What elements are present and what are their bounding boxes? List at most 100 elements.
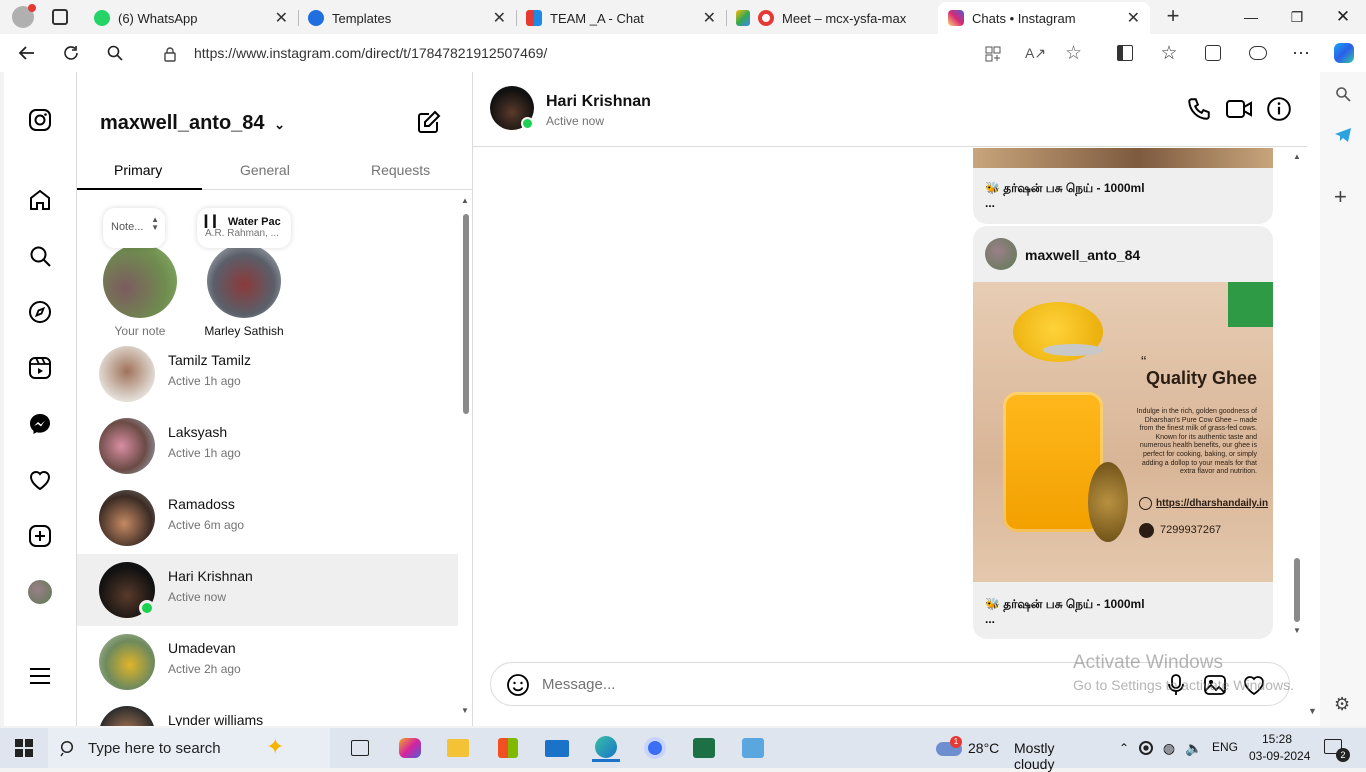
scroll-down-arrow[interactable]: ▼ xyxy=(461,706,469,715)
tab-templates[interactable]: Templates ✕ xyxy=(298,2,516,34)
new-tab-button[interactable]: + xyxy=(1160,4,1186,30)
copilot-taskbar-icon[interactable] xyxy=(396,734,424,762)
weather-widget[interactable]: 1 28°C Mostly cloudy xyxy=(934,728,1094,772)
mail-icon[interactable] xyxy=(543,734,571,762)
audio-call-icon[interactable] xyxy=(1186,96,1212,122)
search-icon[interactable] xyxy=(26,242,54,270)
conversation-row[interactable]: Lynder williams xyxy=(77,698,458,726)
edge-icon[interactable] xyxy=(592,734,620,762)
conversation-info-icon[interactable] xyxy=(1266,96,1292,122)
address-bar[interactable]: https://www.instagram.com/direct/t/17847… xyxy=(144,38,1098,68)
split-screen-icon[interactable] xyxy=(1110,38,1140,68)
compose-icon xyxy=(418,110,441,133)
more-menu-icon[interactable]: ⋯ xyxy=(1286,38,1316,68)
start-button[interactable] xyxy=(10,734,38,762)
collections-icon[interactable] xyxy=(1198,38,1228,68)
sidebar-settings-icon[interactable]: ⚙ xyxy=(1334,694,1350,715)
create-icon[interactable] xyxy=(26,522,54,550)
clock-time[interactable]: 15:28 xyxy=(1262,732,1292,746)
conversation-row[interactable]: Tamilz Tamilz Active 1h ago xyxy=(77,338,458,410)
scrollbar-thumb[interactable] xyxy=(1294,558,1300,622)
emoji-icon[interactable] xyxy=(506,673,530,697)
add-sidebar-app-icon[interactable]: + xyxy=(1334,184,1347,210)
page-scroll-down-arrow[interactable]: ▼ xyxy=(1308,706,1317,716)
account-username[interactable]: maxwell_anto_84 xyxy=(100,112,265,134)
video-call-icon[interactable] xyxy=(1225,96,1253,122)
music-note-bubble[interactable]: ▎▎ Water Pac A.R. Rahman, ... xyxy=(197,208,291,248)
conversation-row[interactable]: Laksyash Active 1h ago xyxy=(77,410,458,482)
contact-name[interactable]: Hari Krishnan xyxy=(546,93,651,111)
messenger-icon[interactable] xyxy=(26,410,54,438)
caption-more[interactable]: ... xyxy=(985,196,995,210)
tab-whatsapp[interactable]: (6) WhatsApp ✕ xyxy=(84,2,298,34)
minimize-button[interactable]: — xyxy=(1228,4,1274,30)
taskbar-search-placeholder[interactable]: Type here to search xyxy=(88,740,221,757)
close-tab-icon[interactable]: ✕ xyxy=(493,8,506,28)
activate-windows-watermark: Activate Windows Go to Settings to activ… xyxy=(1073,652,1294,693)
shared-post-message[interactable]: maxwell_anto_84 “ Quality Ghee Indulge i… xyxy=(973,226,1273,639)
store-icon[interactable] xyxy=(494,734,522,762)
chevron-down-icon[interactable]: ⌄ xyxy=(274,117,285,132)
search-button[interactable] xyxy=(100,38,130,68)
home-icon[interactable] xyxy=(26,186,54,214)
caption-more[interactable]: ... xyxy=(985,612,995,626)
language-indicator[interactable]: ENG xyxy=(1212,740,1238,754)
wifi-icon[interactable]: ◍ xyxy=(1155,734,1183,762)
more-menu-icon[interactable] xyxy=(26,662,54,690)
restore-button[interactable]: ❐ xyxy=(1274,4,1320,30)
conversation-row-selected[interactable]: Hari Krishnan Active now xyxy=(77,554,458,626)
chat-scrollbar[interactable]: ▲ ▼ xyxy=(1290,148,1304,638)
message-input[interactable]: Message... xyxy=(542,676,615,693)
tab-requests[interactable]: Requests xyxy=(371,162,430,178)
file-explorer-icon[interactable] xyxy=(444,734,472,762)
explore-icon[interactable] xyxy=(26,298,54,326)
tab-meet[interactable]: Meet – mcx-ysfa-max xyxy=(726,2,938,34)
profile-avatar-icon[interactable] xyxy=(12,4,36,28)
instagram-logo-icon[interactable] xyxy=(26,106,54,134)
close-tab-icon[interactable]: ✕ xyxy=(275,8,288,28)
reels-icon[interactable] xyxy=(26,354,54,382)
inbox-scrollbar[interactable]: ▲ ▼ xyxy=(458,194,473,726)
tab-general[interactable]: General xyxy=(240,162,290,178)
excel-icon[interactable] xyxy=(690,734,718,762)
favorites-icon[interactable]: ☆ xyxy=(1154,38,1184,68)
conversation-row[interactable]: Umadevan Active 2h ago xyxy=(77,626,458,698)
clock-date[interactable]: 03-09-2024 xyxy=(1249,749,1310,763)
scroll-up-arrow[interactable]: ▲ xyxy=(461,196,469,205)
note-bubble[interactable]: Note... ▲ ▼ xyxy=(103,208,165,248)
back-button[interactable] xyxy=(12,38,42,68)
shared-post-message[interactable]: 🐝 தர்ஷன் பசு நெய் - 1000ml ... xyxy=(973,148,1273,224)
tab-instagram[interactable]: Chats • Instagram ✕ xyxy=(938,2,1150,34)
profile-avatar[interactable] xyxy=(26,578,54,606)
favorite-star-icon[interactable]: ☆ xyxy=(1065,42,1082,65)
scroll-up-arrow[interactable]: ▲ xyxy=(1293,152,1301,161)
post-phone: 7299937267 xyxy=(1160,524,1222,536)
conversation-panel: Hari Krishnan Active now 🐝 தர்ஷன் பசு நெ… xyxy=(473,72,1320,726)
task-view-icon[interactable] xyxy=(346,734,374,762)
conversation-status: Active 1h ago xyxy=(168,446,241,460)
taskbar-search-box[interactable]: Type here to search ✦ xyxy=(48,728,330,768)
read-aloud-icon[interactable]: A↗ xyxy=(1025,45,1046,62)
volume-icon[interactable]: 🔈 xyxy=(1180,734,1208,762)
post-image[interactable]: “ Quality Ghee Indulge in the rich, gold… xyxy=(973,282,1273,582)
refresh-button[interactable] xyxy=(56,38,86,68)
close-tab-icon[interactable]: ✕ xyxy=(703,8,716,28)
browser-essentials-icon[interactable] xyxy=(1243,38,1273,68)
inbox-tabs: Primary General Requests xyxy=(77,156,473,190)
tab-team-chat[interactable]: TEAM _A - Chat ✕ xyxy=(516,2,726,34)
chrome-app-icon[interactable] xyxy=(641,734,669,762)
tab-primary[interactable]: Primary xyxy=(114,162,162,178)
scrollbar-thumb[interactable] xyxy=(463,214,469,414)
photos-icon[interactable] xyxy=(739,734,767,762)
account-switcher[interactable]: maxwell_anto_84 ⌄ xyxy=(100,112,285,135)
post-author[interactable]: maxwell_anto_84 xyxy=(1025,247,1140,263)
scroll-down-arrow[interactable]: ▼ xyxy=(1293,626,1301,635)
close-tab-icon[interactable]: ✕ xyxy=(1127,8,1140,28)
url-text[interactable]: https://www.instagram.com/direct/t/17847… xyxy=(194,45,547,61)
new-message-button[interactable] xyxy=(417,110,441,134)
conversation-row[interactable]: Ramadoss Active 6m ago xyxy=(77,482,458,554)
tab-actions-icon[interactable] xyxy=(52,9,68,25)
close-window-button[interactable]: ✕ xyxy=(1320,4,1366,30)
copilot-icon[interactable] xyxy=(1329,38,1359,68)
notifications-heart-icon[interactable] xyxy=(26,466,54,494)
